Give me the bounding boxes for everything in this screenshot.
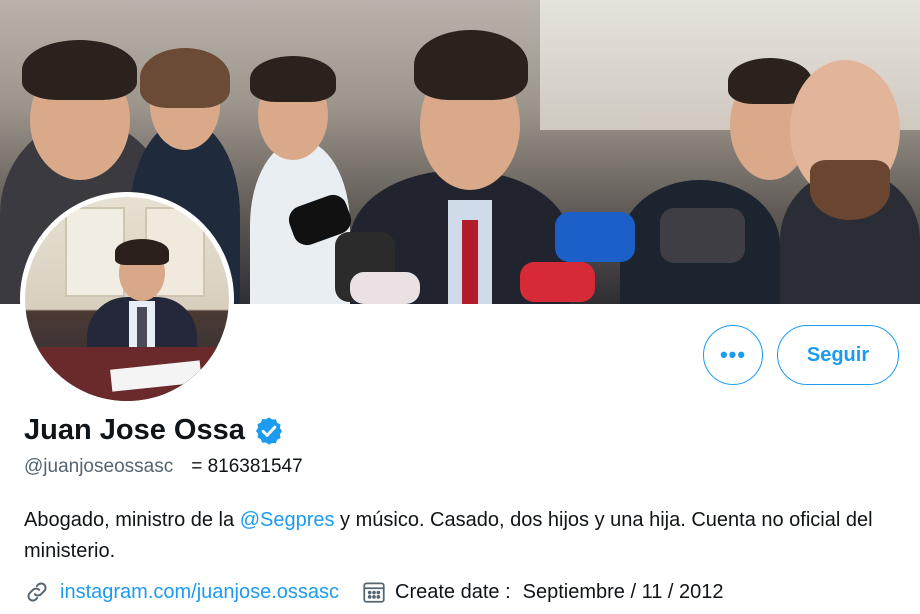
calendar-icon <box>361 579 387 605</box>
bio-text: Abogado, ministro de la <box>24 509 240 531</box>
follow-button-label: Seguir <box>806 343 870 366</box>
banner-microphone <box>555 212 635 262</box>
banner-microphone <box>520 262 595 302</box>
banner-person-hair <box>414 30 528 100</box>
display-name: Juan Jose Ossa <box>24 414 245 446</box>
user-handle: @juanjoseossasc <box>24 456 174 477</box>
profile-name-row: Juan Jose Ossa <box>24 414 285 447</box>
more-options-icon: ••• <box>719 342 747 367</box>
link-icon <box>24 578 52 606</box>
profile-website-link[interactable]: instagram.com/juanjose.ossasc <box>60 581 339 604</box>
banner-person-hair <box>22 40 137 100</box>
create-date-label: Create date : <box>395 580 511 603</box>
banner-microphone <box>350 272 420 304</box>
user-id: = 816381547 <box>191 456 303 477</box>
profile-bio: Abogado, ministro de la @Segpres y músic… <box>24 505 904 567</box>
avatar-hair <box>115 239 169 265</box>
bio-mention-link[interactable]: @Segpres <box>240 509 335 531</box>
handle-row: @juanjoseossasc = 816381547 <box>24 456 303 478</box>
banner-microphone <box>660 208 745 263</box>
profile-meta-row: instagram.com/juanjose.ossasc Create dat… <box>24 578 724 606</box>
create-date-value: Septiembre / 11 / 2012 <box>522 580 724 603</box>
follow-button[interactable]: Seguir <box>777 325 899 385</box>
banner-person-hair <box>810 160 890 220</box>
profile-avatar[interactable] <box>20 192 234 406</box>
verified-badge-icon <box>253 415 285 447</box>
banner-person-hair <box>140 48 230 108</box>
banner-person <box>462 220 478 304</box>
more-options-button[interactable]: ••• <box>703 325 763 385</box>
banner-person-hair <box>250 56 336 102</box>
